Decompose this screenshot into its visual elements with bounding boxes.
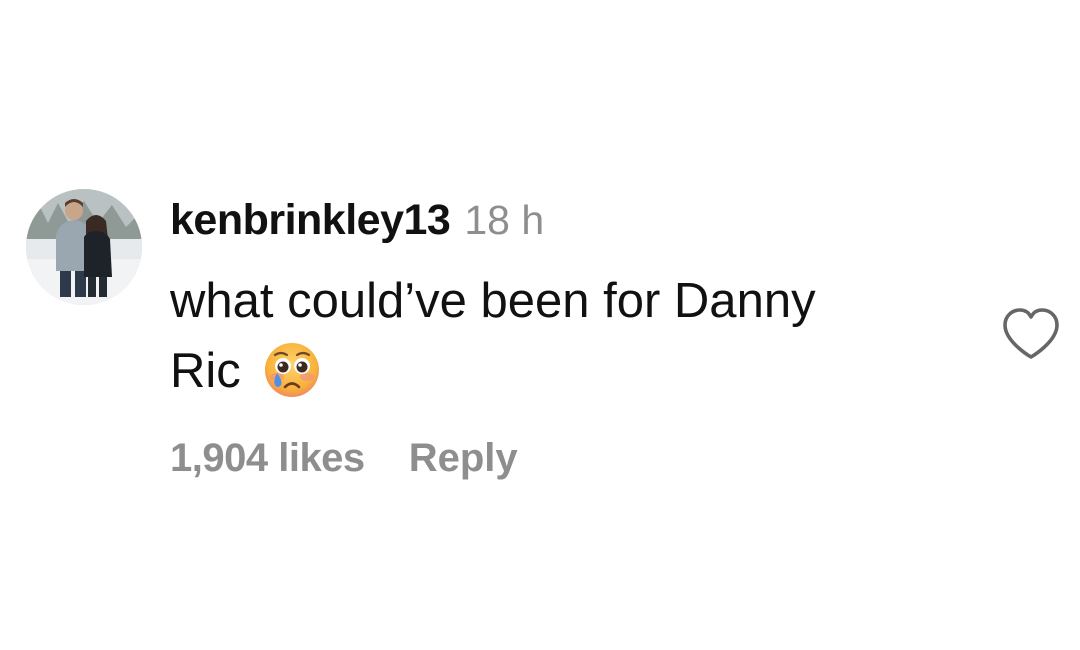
avatar[interactable] [26, 189, 142, 305]
comment-header: kenbrinkley13 18 h [170, 196, 544, 252]
comment: kenbrinkley13 18 h what could’ve been fo… [0, 0, 1080, 650]
pleading-face-tear-icon [263, 341, 321, 418]
likes-count[interactable]: 1,904 likes [170, 436, 365, 481]
comment-actions: 1,904 likes Reply [170, 436, 518, 481]
heart-outline-icon [1003, 308, 1059, 359]
username[interactable]: kenbrinkley13 [170, 196, 451, 245]
comment-text-line2: Ric [170, 344, 241, 398]
timestamp: 18 h [464, 197, 545, 243]
like-button[interactable] [1000, 306, 1062, 362]
reply-button[interactable]: Reply [409, 436, 518, 481]
comment-text-line1: what could’ve been for Danny [170, 274, 816, 328]
comment-text: what could’ve been for Danny Ric [170, 266, 950, 418]
